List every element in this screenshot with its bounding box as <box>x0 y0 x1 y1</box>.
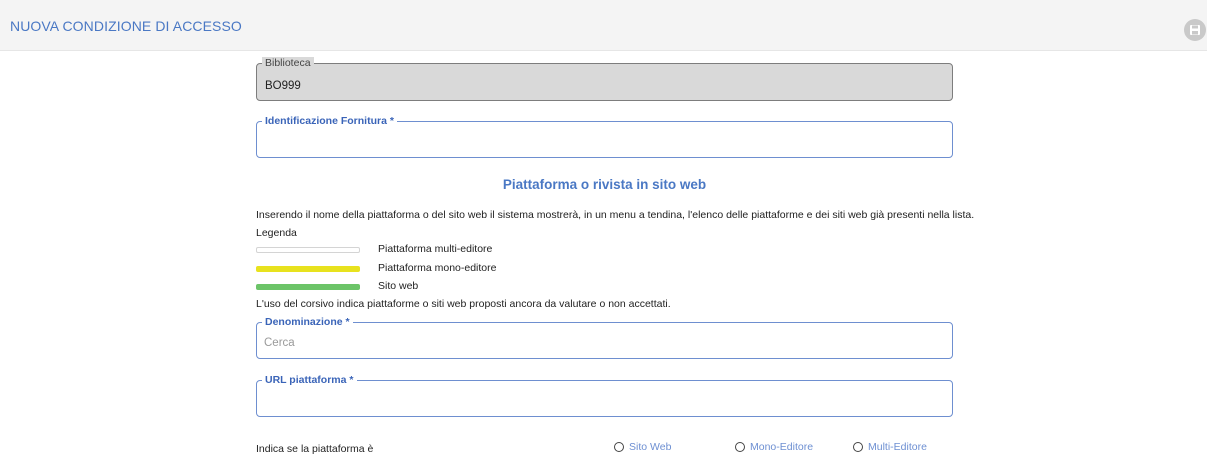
legend-swatch-mono-editore <box>256 266 360 272</box>
radio-sito-web[interactable]: Sito Web <box>614 441 671 453</box>
legend-label: Piattaforma multi-editore <box>378 243 493 255</box>
tipo-piattaforma-label: Indica se la piattaforma è <box>256 443 374 455</box>
identificazione-fornitura-input[interactable] <box>264 136 945 148</box>
radio-multi-editore[interactable]: Multi-Editore <box>853 441 927 453</box>
denominazione-field[interactable]: Denominazione * <box>256 316 953 359</box>
legend-swatch-sito-web <box>256 284 360 290</box>
header-bar: NUOVA CONDIZIONE DI ACCESSO <box>0 0 1207 51</box>
radio-circle-icon[interactable] <box>853 442 863 452</box>
biblioteca-field: Biblioteca BO999 <box>256 57 953 101</box>
radio-circle-icon[interactable] <box>614 442 624 452</box>
biblioteca-value: BO999 <box>265 80 301 92</box>
identificazione-fornitura-field[interactable]: Identificazione Fornitura * <box>256 115 953 158</box>
denominazione-label: Denominazione * <box>262 316 353 328</box>
section-heading: Piattaforma o rivista in sito web <box>502 177 707 192</box>
legend-label: Sito web <box>378 280 419 292</box>
legend-swatch-multi-editore <box>256 247 360 253</box>
url-piattaforma-field[interactable]: URL piattaforma * <box>256 374 953 417</box>
url-piattaforma-label: URL piattaforma * <box>262 374 357 386</box>
legend-note: L'uso del corsivo indica piattaforme o s… <box>256 298 671 310</box>
radio-circle-icon[interactable] <box>735 442 745 452</box>
save-icon <box>1190 25 1200 35</box>
url-piattaforma-input[interactable] <box>264 395 945 407</box>
radio-label: Multi-Editore <box>868 441 927 453</box>
section-description: Inserendo il nome della piattaforma o de… <box>256 209 975 221</box>
identificazione-fornitura-label: Identificazione Fornitura * <box>262 115 397 127</box>
biblioteca-label: Biblioteca <box>262 57 314 69</box>
legend-label: Piattaforma mono-editore <box>378 262 497 274</box>
radio-label: Sito Web <box>629 441 672 453</box>
page-title: NUOVA CONDIZIONE DI ACCESSO <box>10 18 242 34</box>
radio-mono-editore[interactable]: Mono-Editore <box>735 441 813 453</box>
save-button[interactable] <box>1184 19 1206 41</box>
legend-title: Legenda <box>256 227 297 239</box>
denominazione-search-input[interactable] <box>264 337 945 349</box>
radio-label: Mono-Editore <box>750 441 814 453</box>
